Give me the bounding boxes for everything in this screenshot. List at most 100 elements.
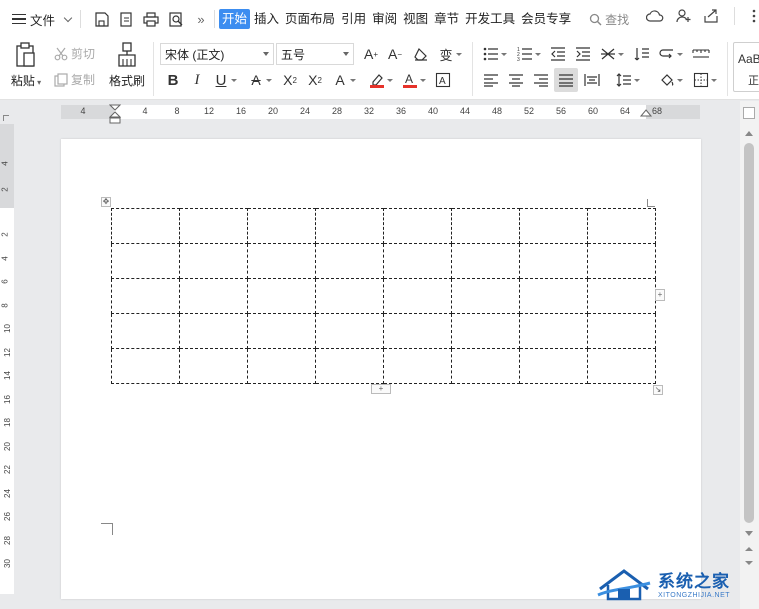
shrink-font-icon[interactable]: A − xyxy=(385,44,405,64)
tab-stop-selector[interactable] xyxy=(3,115,9,121)
tab-page-layout[interactable]: 页面布局 xyxy=(283,9,337,29)
search-box[interactable]: 查找 xyxy=(589,11,629,28)
tab-member[interactable]: 会员专享 xyxy=(519,9,573,29)
table-cell[interactable] xyxy=(247,243,316,279)
table-cell[interactable] xyxy=(247,348,316,384)
add-column-button[interactable]: + xyxy=(655,289,665,301)
clear-format-icon[interactable] xyxy=(411,44,431,64)
table-cell[interactable] xyxy=(247,278,316,314)
table-cell[interactable] xyxy=(587,313,656,349)
file-menu-button[interactable]: 文件 xyxy=(10,7,76,31)
phonetic-guide-icon[interactable]: 变 xyxy=(436,44,462,64)
table-cell[interactable] xyxy=(451,208,520,244)
text-effect-icon[interactable]: A xyxy=(330,70,356,90)
tab-references[interactable]: 引用 xyxy=(339,9,368,29)
tab-insert[interactable]: 插入 xyxy=(252,9,281,29)
table-cell[interactable] xyxy=(111,243,180,279)
align-center-icon[interactable] xyxy=(506,70,526,90)
table-cell[interactable] xyxy=(179,313,248,349)
add-row-button[interactable]: + xyxy=(371,384,391,394)
sort-icon[interactable] xyxy=(657,44,683,64)
more-options-icon[interactable] xyxy=(749,7,759,25)
align-left-icon[interactable] xyxy=(481,70,501,90)
table-cell[interactable] xyxy=(247,208,316,244)
table-cell[interactable] xyxy=(451,278,520,314)
table-cell[interactable] xyxy=(111,348,180,384)
table-cell[interactable] xyxy=(519,243,588,279)
document-table[interactable] xyxy=(111,208,656,384)
table-cell[interactable] xyxy=(111,313,180,349)
shading-icon[interactable] xyxy=(657,70,683,90)
bold-icon[interactable]: B xyxy=(163,70,183,90)
tab-developer[interactable]: 开发工具 xyxy=(463,9,517,29)
scroll-thumb[interactable] xyxy=(744,143,754,523)
paste-button[interactable]: 粘贴 ▾ xyxy=(8,42,44,89)
table-cell[interactable] xyxy=(519,208,588,244)
subscript-icon[interactable]: X2 xyxy=(305,70,325,90)
export-pdf-icon[interactable] xyxy=(117,10,135,28)
indent-marker[interactable] xyxy=(109,104,121,124)
scroll-up-arrow[interactable] xyxy=(745,131,753,136)
cloud-sync-icon[interactable] xyxy=(646,7,664,25)
borders-icon[interactable] xyxy=(691,70,717,90)
style-gallery-normal[interactable]: AaBl 正 xyxy=(733,42,759,92)
tab-view[interactable]: 视图 xyxy=(401,9,430,29)
line-spacing-icon[interactable] xyxy=(614,70,640,90)
tab-home[interactable]: 开始 xyxy=(219,9,251,29)
numbered-list-icon[interactable]: 123 xyxy=(515,44,541,64)
align-right-icon[interactable] xyxy=(531,70,551,90)
table-cell[interactable] xyxy=(383,278,452,314)
table-cell[interactable] xyxy=(519,348,588,384)
table-cell[interactable] xyxy=(179,243,248,279)
bullet-list-icon[interactable] xyxy=(481,44,507,64)
format-painter-button[interactable]: 格式刷 xyxy=(106,42,148,89)
table-cell[interactable] xyxy=(179,278,248,314)
table-cell[interactable] xyxy=(111,278,180,314)
share-icon[interactable] xyxy=(702,7,720,25)
table-cell[interactable] xyxy=(587,208,656,244)
strikethrough-icon[interactable]: A xyxy=(246,70,272,90)
increase-indent-icon[interactable] xyxy=(573,44,593,64)
grow-font-icon[interactable]: A + xyxy=(361,44,381,64)
print-preview-icon[interactable] xyxy=(167,10,185,28)
character-border-icon[interactable]: A xyxy=(433,70,453,90)
share-user-icon[interactable] xyxy=(674,7,692,25)
document-canvas[interactable]: ✥ + + ↘ xyxy=(14,124,740,609)
table-cell[interactable] xyxy=(179,208,248,244)
table-cell[interactable] xyxy=(383,313,452,349)
show-marks-icon[interactable] xyxy=(691,44,711,64)
table-cell[interactable] xyxy=(111,208,180,244)
superscript-icon[interactable]: X2 xyxy=(280,70,300,90)
prev-page-icon[interactable] xyxy=(745,547,753,551)
table-cell[interactable] xyxy=(315,313,384,349)
table-cell[interactable] xyxy=(451,348,520,384)
table-cell[interactable] xyxy=(587,348,656,384)
text-direction-icon[interactable] xyxy=(632,44,652,64)
italic-icon[interactable]: I xyxy=(187,70,207,90)
table-cell[interactable] xyxy=(315,208,384,244)
font-size-select[interactable]: 五号 xyxy=(276,43,354,65)
copy-button[interactable]: 复制 xyxy=(54,71,95,88)
table-cell[interactable] xyxy=(383,348,452,384)
more-quick-access-icon[interactable]: » xyxy=(192,10,210,28)
table-resize-handle[interactable]: ↘ xyxy=(653,385,663,395)
page-layout-icon[interactable] xyxy=(743,107,755,119)
table-cell[interactable] xyxy=(519,313,588,349)
document-page[interactable]: ✥ + + ↘ xyxy=(61,139,701,599)
table-cell[interactable] xyxy=(179,348,248,384)
table-cell[interactable] xyxy=(587,243,656,279)
table-cell[interactable] xyxy=(383,243,452,279)
underline-icon[interactable]: U xyxy=(211,70,237,90)
scroll-down-arrow[interactable] xyxy=(745,531,753,536)
tab-review[interactable]: 审阅 xyxy=(370,9,399,29)
table-cell[interactable] xyxy=(315,278,384,314)
table-cell[interactable] xyxy=(519,278,588,314)
distributed-align-icon[interactable] xyxy=(582,70,602,90)
table-cell[interactable] xyxy=(315,243,384,279)
table-cell[interactable] xyxy=(315,348,384,384)
table-cell[interactable] xyxy=(587,278,656,314)
cut-button[interactable]: 剪切 xyxy=(54,45,95,62)
justify-icon[interactable] xyxy=(554,68,578,92)
table-cell[interactable] xyxy=(383,208,452,244)
font-color-icon[interactable]: A xyxy=(400,70,426,90)
